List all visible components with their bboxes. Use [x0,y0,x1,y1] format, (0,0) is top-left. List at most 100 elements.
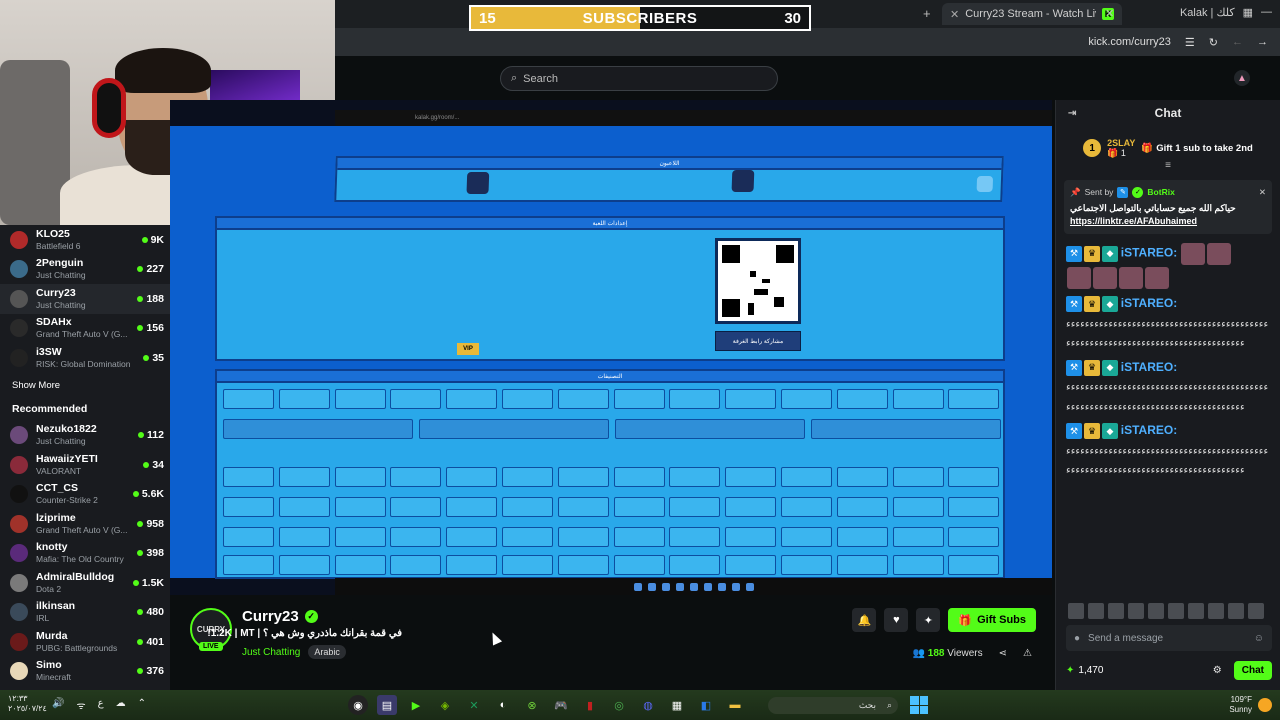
sidebar-channel-nezuko1822[interactable]: Nezuko1822 Just Chatting 112 [0,421,170,451]
emote-icon[interactable] [1168,603,1184,619]
chat-username[interactable]: iSTAREO: [1121,246,1177,260]
expand-icon[interactable]: ≡ [1056,161,1280,171]
language-icon[interactable]: ع [98,698,104,712]
category-tile[interactable] [892,527,944,547]
category-tile[interactable] [613,467,665,487]
category-tile[interactable] [390,497,442,517]
category-tile[interactable] [948,527,1000,547]
emote-icon[interactable] [1188,603,1204,619]
stream-category-link[interactable]: Just Chatting [242,647,300,658]
gamepad-icon[interactable]: 🎮 [551,695,571,715]
sparkle-icon[interactable]: ✦ [916,608,941,632]
category-tile[interactable] [811,419,1001,439]
category-tile[interactable] [557,389,609,409]
share-icon[interactable]: ⋖ [999,648,1007,659]
emoji-icon[interactable]: ☺ [1254,633,1264,644]
category-tile[interactable] [892,389,944,409]
outlook-icon[interactable]: ◧ [696,695,716,715]
category-tile[interactable] [419,419,609,439]
category-tile[interactable] [502,555,553,575]
chrome-icon[interactable]: ◎ [609,695,629,715]
sidebar-channel-admiralbulldog[interactable]: AdmiralBulldog Dota 2 1.5K [0,568,170,598]
category-tile[interactable] [781,389,832,409]
browser-tab-active[interactable]: ✕ Curry23 Stream - Watch Live on K [942,3,1122,25]
category-tile[interactable] [223,555,274,575]
category-tile[interactable] [278,555,330,575]
emote-icon[interactable] [1248,603,1264,619]
category-tile[interactable] [334,467,386,487]
category-tile[interactable] [390,555,442,575]
sidebar-channel-lziprime[interactable]: lziprime Grand Theft Auto V (G... 958 [0,509,170,539]
category-tile[interactable] [278,389,330,409]
category-tile[interactable] [725,555,777,575]
category-tile[interactable] [669,527,721,547]
category-tile[interactable] [502,467,553,487]
emote-icon[interactable] [1208,603,1224,619]
steam-icon[interactable]: ◐ [493,695,513,715]
category-tile[interactable] [781,555,832,575]
follow-heart-icon[interactable]: ♥ [884,608,909,632]
category-tile[interactable] [948,497,1000,517]
chat-settings-icon[interactable]: ⚙ [1213,665,1222,676]
category-tile[interactable] [334,555,386,575]
category-tile[interactable] [725,527,777,547]
category-tile[interactable] [446,527,498,547]
xbox-icon[interactable]: ⊗ [522,695,542,715]
channel-name[interactable]: Curry23 ✓ [242,608,318,625]
category-tile[interactable] [836,467,888,487]
redapp-icon[interactable]: ▮ [580,695,600,715]
category-tile[interactable] [278,497,330,517]
user-avatar-icon[interactable]: ▲ [1234,70,1250,86]
nvidia-icon[interactable]: ◈ [435,695,455,715]
category-tile[interactable] [446,389,498,409]
category-tile[interactable] [613,527,665,547]
category-tile[interactable] [334,389,386,409]
sidebar-channel-murda[interactable]: Murda PUBG: Battlegrounds 401 [0,627,170,657]
cloud-icon[interactable]: ☁ [116,698,126,712]
sidebar-channel-2penguin[interactable]: 2Penguin Just Chatting 227 [0,255,170,285]
wifi-icon[interactable]: ᯤ [76,698,85,712]
category-tile[interactable] [669,497,721,517]
notification-bell-icon[interactable]: 🔔 [852,608,877,632]
url-text[interactable]: kick.com/curry23 [1088,36,1171,48]
category-tile[interactable] [948,389,1000,409]
category-tile[interactable] [557,555,609,575]
sidebar-channel-knotty[interactable]: knotty Mafia: The Old Country 398 [0,539,170,569]
tab-right-label[interactable]: Kalak | كلك [1180,6,1235,19]
category-tile[interactable] [781,497,832,517]
category-tile[interactable] [446,497,498,517]
gift-prompt[interactable]: 🎁 Gift 1 sub to take 2nd [1141,143,1252,154]
category-tile[interactable] [836,527,888,547]
grid-icon[interactable]: ▦ [1243,6,1253,19]
category-tile[interactable] [892,497,944,517]
category-tile[interactable] [725,467,777,487]
sidebar-channel-sdahx[interactable]: SDAHx Grand Theft Auto V (G... 156 [0,314,170,344]
emote-icon[interactable] [1068,603,1084,619]
category-tile[interactable] [278,467,330,487]
category-tile[interactable] [892,467,944,487]
category-tile[interactable] [557,497,609,517]
search-input[interactable]: ⌕ Search [500,66,778,91]
stream-video[interactable]: kalak.gg/room/... اللاعبون إعدادات اللعب… [170,100,1052,595]
discord-icon[interactable]: ◍ [638,695,658,715]
excel-icon[interactable]: ✕ [464,695,484,715]
reader-icon[interactable]: ☰ [1185,36,1195,49]
category-tile[interactable] [948,467,1000,487]
category-tile[interactable] [223,467,274,487]
chat-username[interactable]: iSTAREO: [1121,423,1177,437]
share-room-link-button[interactable]: مشاركة رابط الغرفة [715,331,801,351]
category-tile[interactable] [781,527,832,547]
obs-icon[interactable]: ◉ [348,695,368,715]
category-tile[interactable] [613,497,665,517]
sidebar-channel-hawaiizyeti[interactable]: HawaiizYETI VALORANT 34 [0,450,170,480]
category-tile[interactable] [725,497,777,517]
back-icon[interactable]: ← [1232,36,1243,48]
category-tile[interactable] [948,555,1000,575]
category-tile[interactable] [669,389,721,409]
gift-subs-button[interactable]: 🎁 Gift Subs [948,608,1036,632]
category-tile[interactable] [836,497,888,517]
category-tile[interactable] [502,497,553,517]
category-tile[interactable] [669,467,721,487]
category-tile[interactable] [836,389,888,409]
language-tag[interactable]: Arabic [308,645,346,659]
